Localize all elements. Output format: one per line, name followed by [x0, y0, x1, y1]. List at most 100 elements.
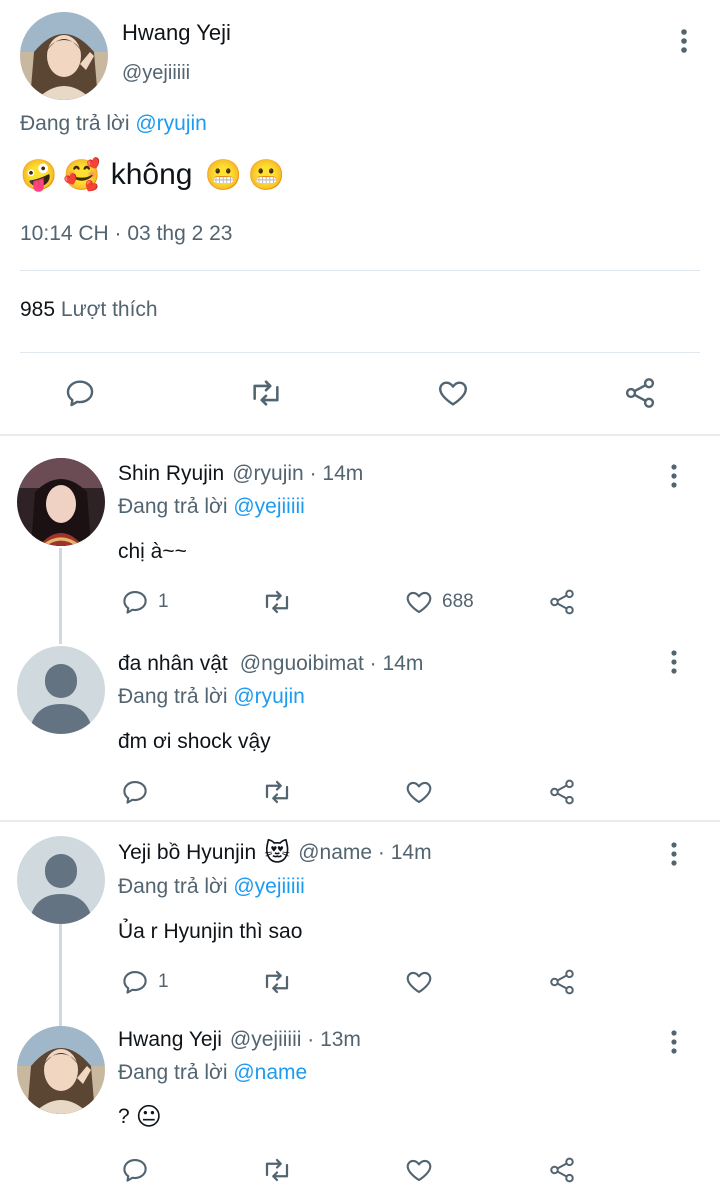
reply-icon [123, 780, 147, 804]
replying-to-label: Đang trả lời [118, 685, 228, 708]
share-icon [550, 589, 574, 615]
handle-time[interactable]: @nguoibimat · 14m [240, 652, 424, 676]
replying-to: Đang trả lời @ryujin [20, 112, 207, 136]
share-action[interactable] [547, 586, 577, 618]
emoji: 😬 [204, 158, 242, 192]
replying-to-label: Đang trả lời [118, 875, 228, 898]
author-name[interactable]: Hwang Yeji [122, 20, 231, 46]
reply-count: 1 [158, 591, 169, 612]
like-action[interactable] [404, 776, 434, 808]
emoji: 🤪 [20, 158, 58, 192]
retweet-action[interactable] [260, 966, 294, 998]
reply-header: Yeji bồ Hyunjin 😻 @name · 14m [118, 838, 432, 868]
reply-header: Hwang Yeji @yejiiiii · 13m [118, 1028, 361, 1052]
reply-tweet[interactable]: đa nhân vật @nguoibimat · 14m Đang trả l… [0, 630, 720, 820]
tweet-body: không [110, 158, 193, 191]
reply-icon [123, 1158, 147, 1182]
handle-time[interactable]: @name · 14m [298, 841, 431, 865]
share-icon [550, 779, 574, 805]
share-icon[interactable] [621, 374, 659, 412]
neutral-face-emoji: 😐 [135, 1103, 162, 1131]
share-icon [550, 969, 574, 995]
heart-eyes-cat-emoji: 😻 [264, 839, 291, 867]
retweet-icon [265, 970, 289, 994]
reply-text: đm ơi shock vậy [118, 730, 271, 753]
reply-action[interactable]: 1 [120, 966, 169, 998]
author-avatar[interactable] [20, 12, 108, 100]
retweet-icon [265, 780, 289, 804]
replying-to: Đang trả lời @yejiiiii [118, 875, 305, 899]
retweet-action[interactable] [260, 1154, 294, 1186]
replying-to-handle[interactable]: @ryujin [233, 685, 305, 708]
reply-body: ? [118, 1105, 130, 1128]
like-action[interactable] [404, 966, 434, 998]
like-icon[interactable] [434, 374, 472, 412]
like-icon [406, 781, 432, 804]
handle-time[interactable]: @yejiiiii · 13m [230, 1028, 361, 1052]
reply-tweet[interactable]: Hwang Yeji @yejiiiii · 13m Đang trả lời … [0, 1010, 720, 1195]
like-icon [406, 591, 432, 614]
replying-to-label: Đang trả lời [118, 495, 228, 518]
reply-icon[interactable] [61, 374, 99, 412]
share-action[interactable] [547, 1154, 577, 1186]
reply-tweet[interactable]: Shin Ryujin @ryujin · 14m Đang trả lời @… [0, 440, 720, 640]
reply-text: ? 😐 [118, 1102, 162, 1132]
replying-to-handle[interactable]: @yejiiiii [233, 875, 305, 898]
replying-to-handle[interactable]: @ryujin [135, 112, 207, 135]
more-options-icon[interactable] [662, 1028, 686, 1056]
share-action[interactable] [547, 776, 577, 808]
author-name[interactable]: Shin Ryujin [118, 462, 224, 486]
replying-to-handle[interactable]: @yejiiiii [233, 495, 305, 518]
author-avatar[interactable] [17, 458, 105, 546]
retweet-icon [265, 590, 289, 614]
share-icon [550, 1157, 574, 1183]
author-name[interactable]: Yeji bồ Hyunjin [118, 841, 256, 865]
reply-action[interactable]: 1 [120, 586, 169, 618]
like-action[interactable]: 688 [404, 586, 474, 618]
replying-to: Đang trả lời @yejiiiii [118, 495, 305, 519]
emoji: 😬 [247, 158, 286, 192]
reply-icon [123, 970, 147, 994]
retweet-icon [265, 1158, 289, 1182]
reply-text: Ủa r Hyunjin thì sao [118, 920, 303, 943]
retweet-action[interactable] [260, 586, 294, 618]
share-action[interactable] [547, 966, 577, 998]
reply-count: 1 [158, 971, 169, 992]
reply-tweet[interactable]: Yeji bồ Hyunjin 😻 @name · 14m Đang trả l… [0, 822, 720, 1018]
more-options-icon[interactable] [662, 462, 686, 490]
tweet-timestamp[interactable]: 10:14 CH · 03 thg 2 23 [20, 222, 232, 246]
like-action[interactable] [404, 1154, 434, 1186]
author-handle[interactable]: @yejiiiii [122, 62, 190, 85]
like-count: 688 [442, 591, 474, 612]
main-tweet: Hwang Yeji @yejiiiii Đang trả lời @ryuji… [0, 0, 720, 436]
more-options-icon[interactable] [662, 648, 686, 676]
reply-action[interactable] [120, 1154, 150, 1186]
retweet-action[interactable] [260, 776, 294, 808]
replying-to-handle[interactable]: @name [233, 1061, 307, 1084]
reply-action[interactable] [120, 776, 150, 808]
reply-header: Shin Ryujin @ryujin · 14m [118, 462, 363, 486]
default-avatar-icon[interactable] [17, 836, 105, 924]
retweet-icon[interactable] [247, 374, 285, 412]
more-options-icon[interactable] [662, 840, 686, 868]
divider [20, 352, 700, 353]
like-icon [406, 1159, 432, 1182]
author-name[interactable]: Hwang Yeji [118, 1028, 222, 1052]
replying-to: Đang trả lời @name [118, 1061, 307, 1085]
tweet-text: 🤪 🥰 không 😬 😬 [20, 152, 285, 198]
reply-header: đa nhân vật @nguoibimat · 14m [118, 652, 423, 676]
replying-to-label: Đang trả lời [20, 112, 130, 135]
like-label: Lượt thích [60, 298, 158, 321]
reply-text: chị à~~ [118, 540, 187, 563]
like-icon [406, 971, 432, 994]
more-options-icon[interactable] [670, 26, 698, 56]
emoji: 🥰 [63, 158, 101, 192]
author-name[interactable]: đa nhân vật [118, 652, 228, 676]
replying-to-label: Đang trả lời [118, 1061, 228, 1084]
default-avatar-icon[interactable] [17, 646, 105, 734]
reply-icon [123, 590, 147, 614]
author-avatar[interactable] [17, 1026, 105, 1114]
like-stats[interactable]: 985 Lượt thích [20, 298, 158, 322]
handle-time[interactable]: @ryujin · 14m [232, 462, 363, 486]
replying-to: Đang trả lời @ryujin [118, 685, 305, 709]
